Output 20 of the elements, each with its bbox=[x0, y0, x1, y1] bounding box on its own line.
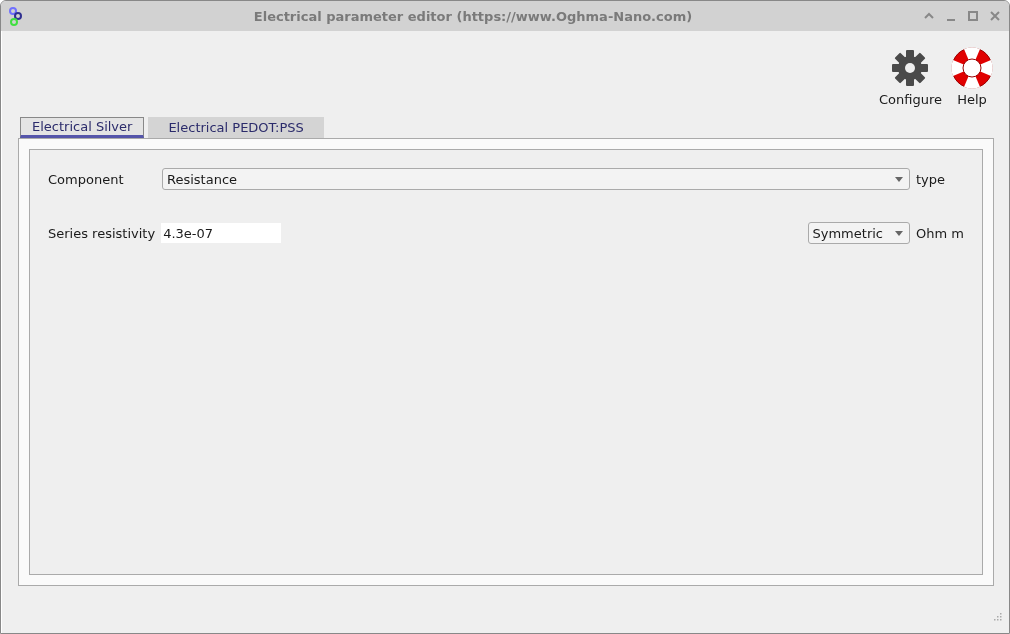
mode-dropdown[interactable]: Symmetric bbox=[807, 222, 910, 244]
input-field[interactable]: 4.3e-07 bbox=[161, 223, 282, 243]
unit-label: Ohm m bbox=[916, 225, 964, 241]
window-title: Electrical parameter editor (https://www.Oghma-Nano.com) bbox=[252, 8, 694, 24]
resize-grip-icon[interactable] bbox=[992, 613, 1002, 623]
help-button[interactable]: Help bbox=[950, 45, 994, 107]
maximize-icon[interactable] bbox=[967, 10, 979, 22]
tab[interactable]: Electrical PEDOT:PSS bbox=[148, 117, 324, 138]
caret-icon bbox=[895, 230, 903, 236]
gears-icon bbox=[9, 7, 23, 27]
lifebuoy-icon bbox=[950, 45, 994, 90]
field-label: Component bbox=[48, 171, 125, 187]
close-icon[interactable] bbox=[989, 10, 1001, 22]
field-label: Series resistivity bbox=[48, 225, 156, 241]
caret-icon bbox=[895, 176, 903, 182]
gear-icon bbox=[891, 48, 930, 87]
component-dropdown[interactable]: Resistance bbox=[162, 168, 910, 190]
configure-button[interactable]: Configure bbox=[879, 45, 942, 107]
unit-label: type bbox=[916, 171, 947, 187]
tab[interactable]: Electrical Silver bbox=[20, 117, 145, 138]
